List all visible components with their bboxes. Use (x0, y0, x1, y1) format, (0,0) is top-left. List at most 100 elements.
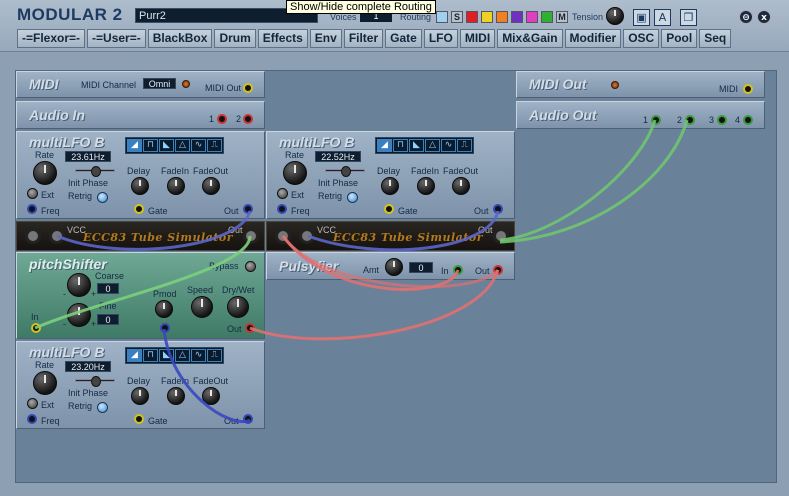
audio-out-module[interactable]: Audio Out 1 2 3 4 (516, 101, 765, 129)
tab-env[interactable]: Env (309, 29, 342, 48)
audio-out-jack-1[interactable] (651, 115, 661, 125)
coarse-knob[interactable] (67, 273, 91, 297)
triangle-wave-icon[interactable]: △ (175, 139, 190, 152)
tab-user[interactable]: -=User=- (87, 29, 146, 48)
sine-wave-icon[interactable]: ∿ (441, 139, 456, 152)
saw-wave-icon[interactable]: ◢ (127, 139, 142, 152)
rate-knob[interactable] (283, 161, 307, 185)
freq-in-jack[interactable] (27, 414, 37, 424)
delay-knob[interactable] (131, 387, 149, 405)
tube-vcc-jack[interactable] (299, 228, 315, 244)
ramp-wave-icon[interactable]: ◣ (159, 349, 174, 362)
tube-vcc-jack[interactable] (49, 228, 65, 244)
midi-module[interactable]: MIDI MIDI Channel Omni MIDI Out (16, 71, 265, 98)
pulsyfier-module[interactable]: Pulsyfier Amt 0 In Out (266, 252, 515, 280)
fadeout-knob[interactable] (202, 387, 220, 405)
sine-wave-icon[interactable]: ∿ (191, 139, 206, 152)
amt-value[interactable]: 0 (409, 262, 433, 273)
delay-knob[interactable] (381, 177, 399, 195)
tube-simulator-module-1[interactable]: VCC ECC83 Tube Simulator Out (16, 221, 265, 251)
copy-icon[interactable]: ❐ (680, 9, 697, 26)
audio-in-module[interactable]: Audio In 1 2 (16, 101, 265, 129)
retrig-toggle[interactable] (97, 402, 108, 413)
tube-left-jack[interactable] (275, 228, 291, 244)
pulsyfier-in-jack[interactable] (453, 265, 463, 275)
fine-value[interactable]: 0 (97, 314, 119, 325)
retrig-toggle[interactable] (347, 192, 358, 203)
speed-knob[interactable] (191, 296, 213, 318)
tension-knob[interactable] (606, 7, 624, 25)
audio-out-jack-3[interactable] (717, 115, 727, 125)
lfo-out-jack[interactable] (243, 414, 253, 424)
rate-value[interactable]: 22.52Hz (315, 151, 361, 162)
init-phase-slider[interactable] (325, 166, 365, 177)
fine-knob[interactable] (67, 303, 91, 327)
triangle-wave-icon[interactable]: △ (425, 139, 440, 152)
midi-out-jack[interactable] (243, 83, 253, 93)
gate-in-jack[interactable] (384, 204, 394, 214)
tab-lfo[interactable]: LFO (423, 29, 458, 48)
gate-in-jack[interactable] (134, 204, 144, 214)
tab-modifier[interactable]: Modifier (564, 29, 622, 48)
tab-pool[interactable]: Pool (661, 29, 698, 48)
fadein-knob[interactable] (417, 177, 435, 195)
triangle-wave-icon[interactable]: △ (175, 349, 190, 362)
audio-in-jack-2[interactable] (243, 114, 253, 124)
tab-drum[interactable]: Drum (214, 29, 256, 48)
minimize-button[interactable]: ⊖ (739, 10, 753, 24)
audio-in-jack-1[interactable] (217, 114, 227, 124)
tab-mixgain[interactable]: Mix&Gain (497, 29, 563, 48)
multilfo-module-1[interactable]: multiLFO B Rate 23.61Hz Ext Init Phase R… (16, 131, 265, 219)
ext-toggle[interactable] (27, 188, 38, 199)
midi-out-input-jack[interactable] (743, 84, 753, 94)
freq-in-jack[interactable] (277, 204, 287, 214)
rate-value[interactable]: 23.61Hz (65, 151, 111, 162)
coarse-value[interactable]: 0 (97, 283, 119, 294)
init-phase-slider[interactable] (75, 166, 115, 177)
audio-out-jack-2[interactable] (685, 115, 695, 125)
gate-in-jack[interactable] (134, 414, 144, 424)
pulse-wave-icon[interactable]: ⎍ (207, 349, 222, 362)
tab-midi[interactable]: MIDI (459, 29, 496, 48)
fadein-knob[interactable] (167, 177, 185, 195)
save-icon[interactable]: ▣ (633, 9, 650, 26)
tab-osc[interactable]: OSC (623, 29, 660, 48)
fadein-knob[interactable] (167, 387, 185, 405)
routing-all-swatch[interactable] (436, 11, 448, 23)
lfo-out-jack[interactable] (493, 204, 503, 214)
retrig-toggle[interactable] (97, 192, 108, 203)
tube-out-jack[interactable] (493, 228, 509, 244)
freq-in-jack[interactable] (27, 204, 37, 214)
sine-wave-icon[interactable]: ∿ (191, 349, 206, 362)
tab-effects[interactable]: Effects (257, 29, 308, 48)
tab-filter[interactable]: Filter (343, 29, 384, 48)
routing-solo-button[interactable]: S (451, 11, 463, 23)
tab-flexor[interactable]: -=Flexor=- (17, 29, 86, 48)
fadeout-knob[interactable] (452, 177, 470, 195)
routing-color-swatch-2[interactable] (481, 11, 493, 23)
init-phase-slider[interactable] (75, 376, 115, 387)
midi-out-module[interactable]: MIDI Out MIDI (516, 71, 765, 98)
tab-gate[interactable]: Gate (385, 29, 422, 48)
lfo-out-jack[interactable] (243, 204, 253, 214)
saw-wave-icon[interactable]: ◢ (377, 139, 392, 152)
close-button[interactable]: x (757, 10, 771, 24)
bypass-toggle[interactable] (245, 261, 256, 272)
ramp-wave-icon[interactable]: ◣ (409, 139, 424, 152)
multilfo-module-3[interactable]: multiLFO B Rate 23.20Hz Ext Init Phase R… (16, 341, 265, 429)
ramp-wave-icon[interactable]: ◣ (159, 139, 174, 152)
save-as-icon[interactable]: A (654, 9, 671, 26)
pulse-wave-icon[interactable]: ⎍ (457, 139, 472, 152)
routing-color-swatch-3[interactable] (496, 11, 508, 23)
multilfo-module-2[interactable]: multiLFO B Rate 22.52Hz Ext Init Phase R… (266, 131, 515, 219)
pulsyfier-out-jack[interactable] (493, 265, 503, 275)
delay-knob[interactable] (131, 177, 149, 195)
ext-toggle[interactable] (27, 398, 38, 409)
routing-color-swatch-6[interactable] (541, 11, 553, 23)
midi-channel-field[interactable]: Omni (143, 78, 176, 89)
pmod-in-jack[interactable] (160, 323, 170, 333)
routing-color-swatch-1[interactable] (466, 11, 478, 23)
rate-knob[interactable] (33, 371, 57, 395)
routing-mute-button[interactable]: M (556, 11, 568, 23)
rate-value[interactable]: 23.20Hz (65, 361, 111, 372)
